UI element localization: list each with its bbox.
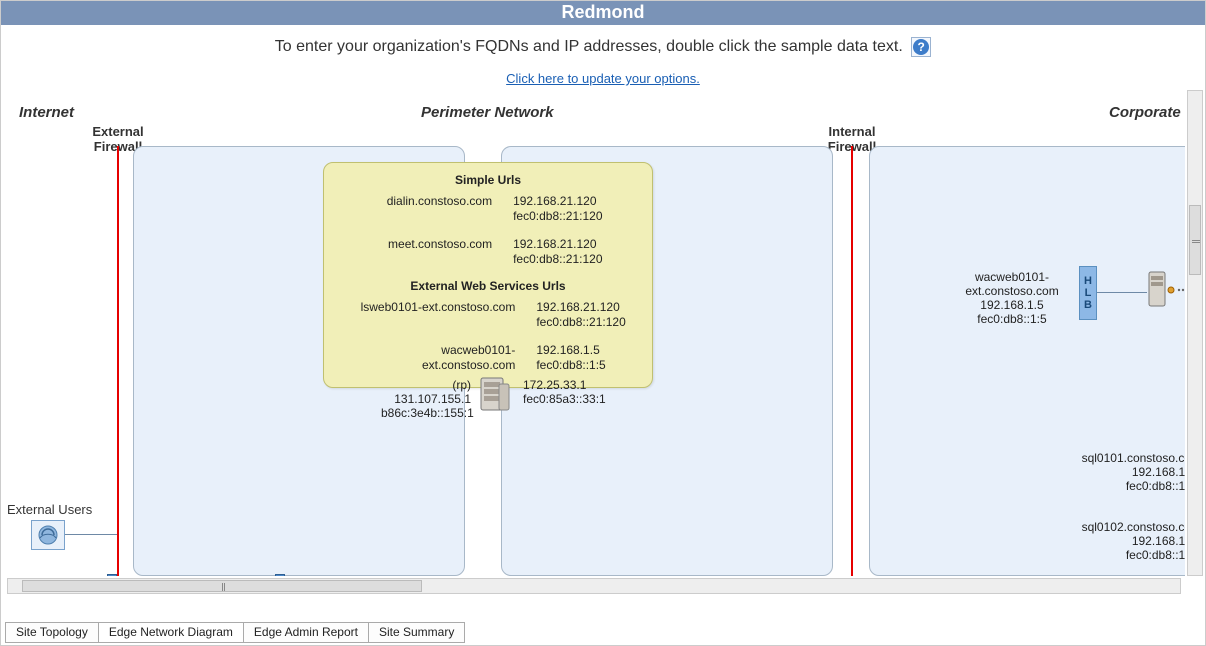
app-window: Redmond To enter your organization's FQD… (0, 0, 1206, 646)
instructions-text: To enter your organization's FQDNs and I… (1, 37, 1205, 57)
page-title: Redmond (562, 2, 645, 22)
popup-section-simple-urls: Simple Urls (338, 173, 638, 189)
popup-table-extweb: lsweb0101-ext.constoso.com192.168.21.120… (338, 299, 638, 375)
title-bar: Redmond (1, 1, 1205, 25)
popup-section-ext-web: External Web Services Urls (338, 279, 638, 295)
corporate-box (869, 146, 1185, 576)
zone-label-internet: Internet (19, 104, 74, 121)
external-users-label: External Users (7, 502, 92, 517)
rp-left-text[interactable]: (rp) 131.107.155.1 b86c:3e4b::155:1 (381, 378, 471, 420)
wacweb-text[interactable]: wacweb0101- ext.constoso.com 192.168.1.5… (957, 270, 1067, 326)
firewall-line-external (117, 146, 119, 576)
server-cluster-icon[interactable] (1147, 266, 1185, 315)
sql2-text[interactable]: sql0102.constoso.com 192.168.11.9 fec0:d… (1081, 520, 1185, 562)
selection-handle[interactable] (275, 574, 285, 576)
ext-users-connector (65, 534, 117, 535)
horizontal-scrollbar[interactable] (7, 578, 1181, 594)
help-icon[interactable]: ? (911, 37, 931, 57)
options-link-row: Click here to update your options. (1, 71, 1205, 86)
sql1-text[interactable]: sql0101.constoso.com 192.168.11.9 fec0:d… (1081, 451, 1185, 493)
hlb-box[interactable]: H L B (1079, 266, 1097, 320)
rp-right-text[interactable]: 172.25.33.1 fec0:85a3::33:1 (523, 378, 606, 406)
tab-edge-network-diagram[interactable]: Edge Network Diagram (98, 622, 244, 643)
scrollbar-thumb-horizontal[interactable] (22, 580, 422, 592)
diagram-container: Internet Perimeter Network Corporate Ne … (1, 86, 1205, 596)
hlb-connector (1097, 292, 1147, 293)
diagram-canvas[interactable]: Internet Perimeter Network Corporate Ne … (1, 86, 1185, 576)
reverse-proxy-server-icon[interactable] (477, 374, 513, 419)
tab-edge-admin-report[interactable]: Edge Admin Report (243, 622, 369, 643)
external-users-icon[interactable] (31, 520, 65, 550)
update-options-link[interactable]: Click here to update your options. (506, 71, 700, 86)
tab-site-summary[interactable]: Site Summary (368, 622, 465, 643)
tab-bar: Site Topology Edge Network Diagram Edge … (5, 622, 464, 643)
zone-label-corporate: Corporate Ne (1109, 104, 1185, 121)
urls-popup[interactable]: Simple Urls dialin.constoso.com192.168.2… (323, 162, 653, 388)
selection-handle[interactable] (107, 574, 117, 576)
scrollbar-thumb-vertical[interactable] (1189, 205, 1201, 275)
zone-label-perimeter: Perimeter Network (421, 104, 554, 121)
firewall-line-internal (851, 146, 853, 576)
vertical-scrollbar[interactable] (1187, 90, 1203, 576)
popup-table-simple: dialin.constoso.com192.168.21.120fec0:db… (338, 193, 638, 269)
tab-site-topology[interactable]: Site Topology (5, 622, 99, 643)
diagram-viewport: Internet Perimeter Network Corporate Ne … (1, 86, 1185, 576)
